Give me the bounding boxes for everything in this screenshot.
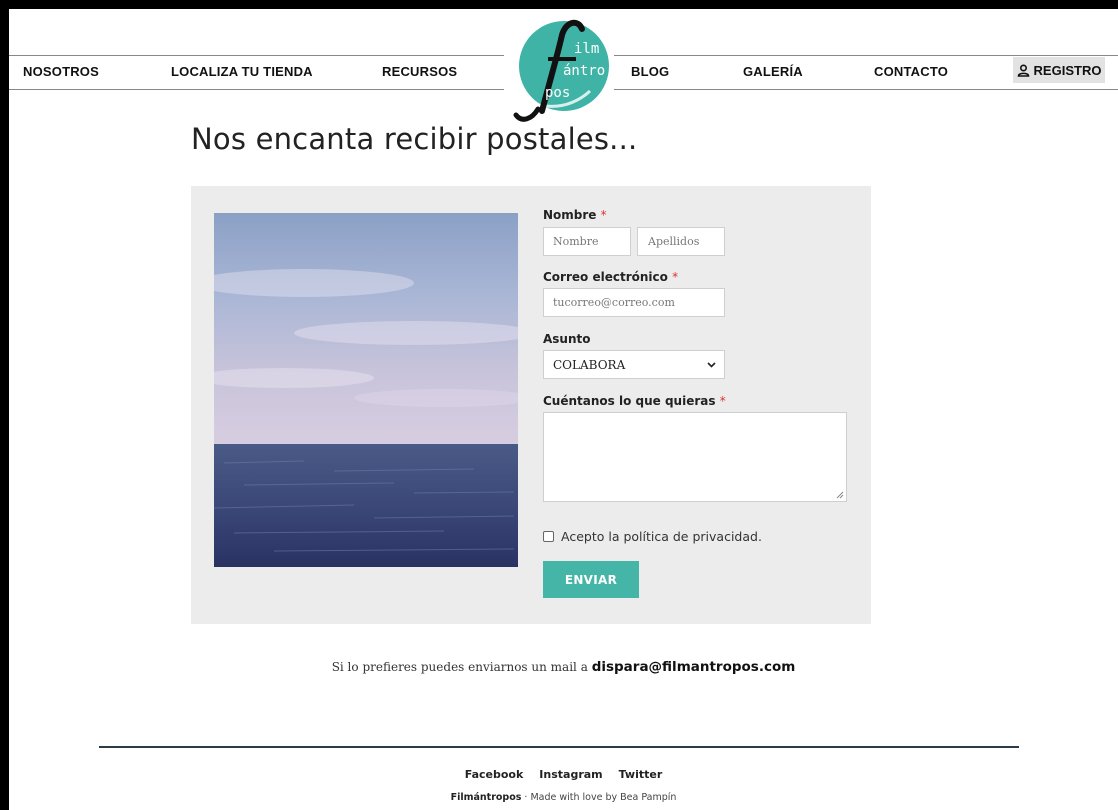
name-label-text: Nombre [543,208,597,222]
page-title: Nos encanta recibir postales... [191,122,638,156]
footer-credit-text: · Made with love by Bea Pampín [521,792,677,803]
subject-label: Asunto [543,332,591,346]
name-label: Nombre * [543,208,607,222]
logo-text-antro: ántro [563,63,605,79]
footer-credit: Filmántropos · Made with love by Bea Pam… [9,792,1118,803]
nav-line-top-right [614,55,1118,56]
page: NOSOTROS LOCALIZA TU TIENDA RECURSOS BLO… [9,9,1118,810]
nav-item-galeria[interactable]: GALERÍA [743,64,803,79]
email-label: Correo electrónico * [543,270,678,284]
contact-email-link[interactable]: dispara@filmantropos.com [592,659,796,675]
privacy-checkbox-row[interactable]: Acepto la política de privacidad. [543,529,762,544]
logo-text-ilm: ilm [574,41,599,57]
facebook-link[interactable]: Facebook [465,768,524,781]
contact-email-line: Si lo prefieres puedes enviarnos un mail… [9,659,1118,675]
register-label: REGISTRO [1033,62,1102,78]
submit-button[interactable]: ENVIAR [543,561,639,598]
message-label: Cuéntanos lo que quieras * [543,394,726,408]
resize-handle-icon[interactable] [836,491,844,499]
required-mark: * [672,270,679,284]
twitter-link[interactable]: Twitter [619,768,663,781]
email-input[interactable]: tucorreo@correo.com [543,288,725,317]
chevron-down-icon [707,361,716,368]
nav-item-recursos[interactable]: RECURSOS [382,64,457,79]
message-label-text: Cuéntanos lo que quieras [543,394,716,408]
filmantropos-logo[interactable]: ilm ántro pos [508,13,618,128]
instagram-link[interactable]: Instagram [539,768,602,781]
subject-value: COLABORA [553,357,626,372]
nav-item-nosotros[interactable]: NOSOTROS [23,64,99,79]
nav-line-bottom-left [9,89,504,90]
sea-photo [214,213,518,567]
nav-line-bottom-right [614,89,1118,90]
first-name-placeholder: Nombre [553,235,599,248]
nav-item-localiza-tu-tienda[interactable]: LOCALIZA TU TIENDA [171,64,313,79]
contact-panel: Nombre * Nombre Apellidos Correo electró… [191,186,871,624]
register-button[interactable]: REGISTRO [1013,57,1105,83]
nav-item-blog[interactable]: BLOG [631,64,669,79]
nav-item-contacto[interactable]: CONTACTO [874,64,948,79]
user-icon [1017,63,1029,77]
privacy-checkbox[interactable] [543,531,554,542]
subject-select[interactable]: COLABORA [543,350,725,379]
nav-line-top-left [9,55,504,56]
required-mark: * [600,208,607,222]
required-mark: * [719,394,726,408]
last-name-placeholder: Apellidos [648,235,700,248]
footer-brand: Filmántropos [450,792,522,803]
footer-divider [99,746,1019,748]
email-placeholder: tucorreo@correo.com [553,296,675,309]
first-name-input[interactable]: Nombre [543,227,631,256]
social-links: Facebook Instagram Twitter [9,768,1118,781]
email-label-text: Correo electrónico [543,270,668,284]
logo-text-pos: pos [545,85,570,101]
contact-text: Si lo prefieres puedes enviarnos un mail… [331,660,588,674]
privacy-label: Acepto la política de privacidad. [561,529,762,544]
last-name-input[interactable]: Apellidos [637,227,725,256]
message-textarea[interactable] [543,412,847,502]
